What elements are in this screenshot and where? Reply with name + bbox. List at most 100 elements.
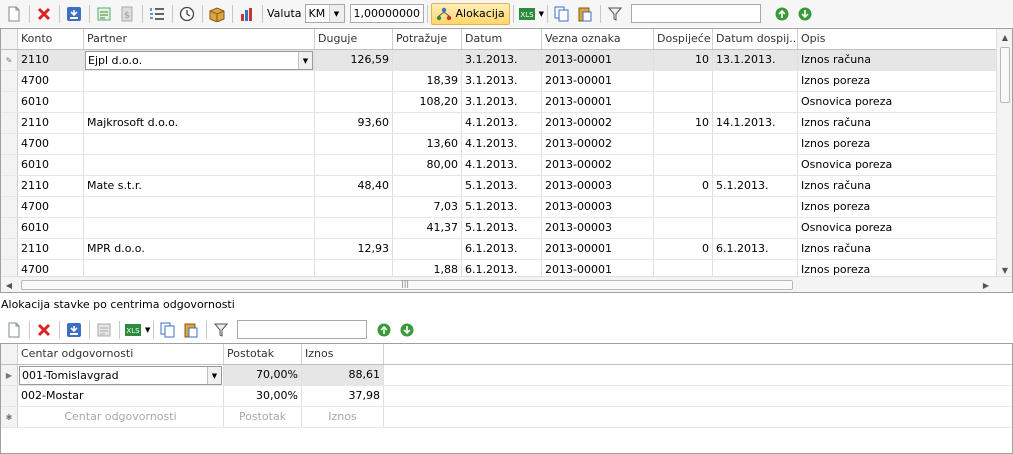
- cell-duguje[interactable]: [315, 155, 393, 175]
- column-header-potrazuje[interactable]: Potražuje: [393, 29, 462, 49]
- cell-dospijece[interactable]: [654, 71, 713, 91]
- arrow-up-icon[interactable]: [771, 3, 793, 25]
- current-row-arrow-icon[interactable]: ▶: [1, 365, 18, 385]
- cell-potrazuje[interactable]: [393, 50, 462, 70]
- filter-icon[interactable]: [210, 319, 232, 341]
- cell-potrazuje[interactable]: 41,37: [393, 218, 462, 238]
- row-indicator[interactable]: [1, 386, 18, 406]
- cell-postotak[interactable]: 70,00%: [224, 365, 302, 385]
- column-header-duguje[interactable]: Duguje: [315, 29, 393, 49]
- cell-opis[interactable]: Osnovica poreza: [798, 92, 988, 112]
- cell-vezna-oznaka[interactable]: 2013-00003: [542, 197, 654, 217]
- package-icon[interactable]: [206, 3, 228, 25]
- new-row[interactable]: ✱ Centar odgovornosti Postotak Iznos: [1, 407, 1012, 428]
- scroll-right-icon[interactable]: ▶: [978, 277, 994, 292]
- delete-icon[interactable]: [33, 319, 55, 341]
- cell-centar[interactable]: 001-Tomislavgrad ▼: [18, 365, 224, 385]
- cell-opis[interactable]: Iznos računa: [798, 176, 988, 196]
- cell-centar[interactable]: 002-Mostar: [18, 386, 224, 406]
- cell-duguje[interactable]: [315, 197, 393, 217]
- table-row[interactable]: 002-Mostar 30,00% 37,98: [1, 386, 1012, 407]
- cell-datum-dospijeca[interactable]: 6.1.2013.: [713, 239, 798, 259]
- filter-icon[interactable]: [604, 3, 626, 25]
- table-row[interactable]: 4700 13,60 4.1.2013. 2013-00002 Iznos poreza: [1, 134, 1012, 155]
- save-down-icon[interactable]: [63, 3, 85, 25]
- cell-opis[interactable]: Iznos računa: [798, 50, 988, 70]
- paste-icon[interactable]: [574, 3, 596, 25]
- cell-datum-dospijeca[interactable]: [713, 71, 798, 91]
- cell-opis[interactable]: Iznos računa: [798, 239, 988, 259]
- column-header-dospijece[interactable]: Dospijeće: [654, 29, 713, 49]
- new-document-icon[interactable]: [3, 319, 25, 341]
- cell-konto[interactable]: 6010: [18, 218, 84, 238]
- cell-vezna-oznaka[interactable]: 2013-00003: [542, 176, 654, 196]
- table-row[interactable]: ▶ 001-Tomislavgrad ▼ 70,00% 88,61: [1, 365, 1012, 386]
- cell-konto[interactable]: 2110: [18, 113, 84, 133]
- column-header-konto[interactable]: Konto: [18, 29, 84, 49]
- cell-opis[interactable]: Iznos poreza: [798, 197, 988, 217]
- cell-duguje[interactable]: 48,40: [315, 176, 393, 196]
- cell-datum[interactable]: 5.1.2013.: [462, 218, 542, 238]
- cell-duguje[interactable]: [315, 71, 393, 91]
- cell-vezna-oznaka[interactable]: 2013-00002: [542, 113, 654, 133]
- print-document-icon[interactable]: [93, 3, 115, 25]
- column-header-postotak[interactable]: Postotak: [224, 344, 302, 364]
- row-indicator[interactable]: [1, 113, 18, 133]
- cell-dospijece[interactable]: 0: [654, 239, 713, 259]
- cell-opis[interactable]: Iznos računa: [798, 113, 988, 133]
- cell-datum[interactable]: 6.1.2013.: [462, 239, 542, 259]
- table-row[interactable]: 6010 41,37 5.1.2013. 2013-00003 Osnovica por…: [1, 218, 1012, 239]
- table-row[interactable]: 2110 MPR d.o.o. 12,93 6.1.2013. 2013-00001 0 6…: [1, 239, 1012, 260]
- column-header-datum[interactable]: Datum: [462, 29, 542, 49]
- cell-dospijece[interactable]: 10: [654, 113, 713, 133]
- cell-konto[interactable]: 4700: [18, 197, 84, 217]
- cell-potrazuje[interactable]: 7,03: [393, 197, 462, 217]
- cell-potrazuje[interactable]: [393, 176, 462, 196]
- cell-dospijece[interactable]: [654, 197, 713, 217]
- cell-datum[interactable]: 5.1.2013.: [462, 176, 542, 196]
- paste-icon[interactable]: [180, 319, 202, 341]
- cell-dospijece[interactable]: 0: [654, 176, 713, 196]
- cell-datum-dospijeca[interactable]: [713, 218, 798, 238]
- cell-datum-dospijeca[interactable]: [713, 155, 798, 175]
- new-row-cell-centar[interactable]: Centar odgovornosti: [18, 407, 224, 427]
- cell-iznos[interactable]: 88,61: [302, 365, 384, 385]
- cell-partner[interactable]: Majkrosoft d.o.o.: [84, 113, 315, 133]
- chevron-down-icon[interactable]: ▼: [539, 10, 544, 18]
- search-input[interactable]: [631, 4, 762, 23]
- excel-export-icon[interactable]: XLS: [517, 3, 537, 25]
- cell-datum[interactable]: 3.1.2013.: [462, 50, 542, 70]
- cell-opis[interactable]: Iznos poreza: [798, 134, 988, 154]
- table-row[interactable]: 6010 80,00 4.1.2013. 2013-00002 Osnovica por…: [1, 155, 1012, 176]
- cell-partner[interactable]: [84, 92, 315, 112]
- cell-duguje[interactable]: 12,93: [315, 239, 393, 259]
- copy-icon[interactable]: [157, 319, 179, 341]
- cell-partner[interactable]: [84, 134, 315, 154]
- cell-vezna-oznaka[interactable]: 2013-00001: [542, 92, 654, 112]
- scroll-left-icon[interactable]: ◀: [1, 277, 17, 292]
- row-indicator[interactable]: [1, 92, 18, 112]
- chevron-down-icon[interactable]: ▼: [207, 367, 221, 384]
- cell-partner[interactable]: [84, 71, 315, 91]
- cell-potrazuje[interactable]: 80,00: [393, 155, 462, 175]
- partner-combo[interactable]: Ejpl d.o.o. ▼: [85, 51, 313, 70]
- cell-partner[interactable]: [84, 155, 315, 175]
- cell-potrazuje[interactable]: 108,20: [393, 92, 462, 112]
- list-numbered-icon[interactable]: [146, 3, 168, 25]
- row-indicator[interactable]: [1, 197, 18, 217]
- cell-vezna-oznaka[interactable]: 2013-00002: [542, 134, 654, 154]
- cell-partner[interactable]: Mate s.t.r.: [84, 176, 315, 196]
- new-document-icon[interactable]: [3, 3, 25, 25]
- cell-duguje[interactable]: [315, 218, 393, 238]
- cell-opis[interactable]: Osnovica poreza: [798, 218, 988, 238]
- cell-konto[interactable]: 4700: [18, 134, 84, 154]
- cell-vezna-oznaka[interactable]: 2013-00001: [542, 71, 654, 91]
- currency-select[interactable]: KM ▼: [304, 4, 345, 23]
- column-header-iznos[interactable]: Iznos: [302, 344, 384, 364]
- chevron-down-icon[interactable]: ▼: [145, 326, 150, 334]
- cell-konto[interactable]: 2110: [18, 50, 84, 70]
- cell-opis[interactable]: Osnovica poreza: [798, 155, 988, 175]
- delete-icon[interactable]: [33, 3, 55, 25]
- new-row-cell-postotak[interactable]: Postotak: [224, 407, 302, 427]
- row-indicator[interactable]: [1, 71, 18, 91]
